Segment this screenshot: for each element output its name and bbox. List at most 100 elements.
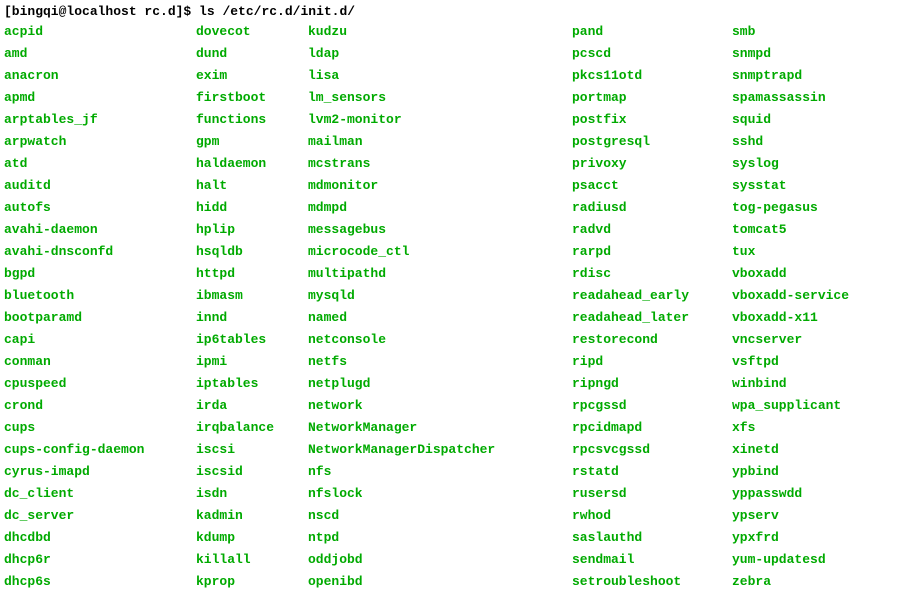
- file-entry: rwhod: [572, 505, 732, 527]
- file-entry: arpwatch: [4, 131, 196, 153]
- file-entry: ipmi: [196, 351, 308, 373]
- file-entry: bgpd: [4, 263, 196, 285]
- file-entry: crond: [4, 395, 196, 417]
- file-entry: setroubleshoot: [572, 571, 732, 593]
- file-entry: exim: [196, 65, 308, 87]
- file-entry: dhcdbd: [4, 527, 196, 549]
- file-entry: rpcidmapd: [572, 417, 732, 439]
- file-entry: multipathd: [308, 263, 572, 285]
- file-entry: haldaemon: [196, 153, 308, 175]
- file-entry: NetworkManagerDispatcher: [308, 439, 572, 461]
- file-entry: readahead_later: [572, 307, 732, 329]
- listing-column-5: smbsnmpdsnmptrapdspamassassinsquidsshdsy…: [732, 21, 849, 593]
- file-entry: bluetooth: [4, 285, 196, 307]
- file-entry: functions: [196, 109, 308, 131]
- file-entry: sysstat: [732, 175, 849, 197]
- file-entry: atd: [4, 153, 196, 175]
- file-entry: tog-pegasus: [732, 197, 849, 219]
- file-entry: nfslock: [308, 483, 572, 505]
- file-entry: iscsi: [196, 439, 308, 461]
- file-entry: amd: [4, 43, 196, 65]
- file-entry: kadmin: [196, 505, 308, 527]
- file-entry: restorecond: [572, 329, 732, 351]
- file-entry: vncserver: [732, 329, 849, 351]
- file-entry: ntpd: [308, 527, 572, 549]
- file-entry: syslog: [732, 153, 849, 175]
- file-entry: pkcs11otd: [572, 65, 732, 87]
- file-entry: rdisc: [572, 263, 732, 285]
- file-entry: iscsid: [196, 461, 308, 483]
- file-entry: postgresql: [572, 131, 732, 153]
- file-entry: mcstrans: [308, 153, 572, 175]
- file-entry: dc_client: [4, 483, 196, 505]
- file-entry: rusersd: [572, 483, 732, 505]
- file-entry: cups: [4, 417, 196, 439]
- file-entry: postfix: [572, 109, 732, 131]
- file-entry: iptables: [196, 373, 308, 395]
- file-entry: pcscd: [572, 43, 732, 65]
- file-entry: halt: [196, 175, 308, 197]
- file-entry: NetworkManager: [308, 417, 572, 439]
- file-entry: mysqld: [308, 285, 572, 307]
- file-entry: gpm: [196, 131, 308, 153]
- file-entry: rstatd: [572, 461, 732, 483]
- file-entry: sshd: [732, 131, 849, 153]
- listing-column-2: dovecotdundeximfirstbootfunctionsgpmhald…: [196, 21, 308, 593]
- file-entry: pand: [572, 21, 732, 43]
- file-entry: bootparamd: [4, 307, 196, 329]
- file-entry: isdn: [196, 483, 308, 505]
- file-entry: ypxfrd: [732, 527, 849, 549]
- file-entry: lisa: [308, 65, 572, 87]
- file-entry: smb: [732, 21, 849, 43]
- file-entry: openibd: [308, 571, 572, 593]
- file-entry: netconsole: [308, 329, 572, 351]
- file-entry: dc_server: [4, 505, 196, 527]
- file-entry: portmap: [572, 87, 732, 109]
- file-entry: auditd: [4, 175, 196, 197]
- file-entry: acpid: [4, 21, 196, 43]
- file-entry: arptables_jf: [4, 109, 196, 131]
- file-entry: mdmonitor: [308, 175, 572, 197]
- file-entry: autofs: [4, 197, 196, 219]
- file-entry: ripngd: [572, 373, 732, 395]
- file-entry: yum-updatesd: [732, 549, 849, 571]
- file-entry: lvm2-monitor: [308, 109, 572, 131]
- file-entry: apmd: [4, 87, 196, 109]
- file-entry: dhcp6s: [4, 571, 196, 593]
- file-entry: rpcsvcgssd: [572, 439, 732, 461]
- file-entry: vsftpd: [732, 351, 849, 373]
- file-entry: hidd: [196, 197, 308, 219]
- file-entry: avahi-dnsconfd: [4, 241, 196, 263]
- file-entry: conman: [4, 351, 196, 373]
- file-entry: ypbind: [732, 461, 849, 483]
- file-entry: cpuspeed: [4, 373, 196, 395]
- file-entry: nscd: [308, 505, 572, 527]
- file-entry: irqbalance: [196, 417, 308, 439]
- file-entry: xfs: [732, 417, 849, 439]
- file-entry: killall: [196, 549, 308, 571]
- file-entry: netplugd: [308, 373, 572, 395]
- file-entry: rpcgssd: [572, 395, 732, 417]
- file-entry: radiusd: [572, 197, 732, 219]
- file-entry: messagebus: [308, 219, 572, 241]
- listing-column-3: kudzuldaplisalm_sensorslvm2-monitormailm…: [308, 21, 572, 593]
- file-entry: avahi-daemon: [4, 219, 196, 241]
- file-entry: capi: [4, 329, 196, 351]
- file-entry: zebra: [732, 571, 849, 593]
- file-entry: snmpd: [732, 43, 849, 65]
- file-entry: radvd: [572, 219, 732, 241]
- file-entry: dhcp6r: [4, 549, 196, 571]
- file-entry: vboxadd-service: [732, 285, 849, 307]
- file-entry: kudzu: [308, 21, 572, 43]
- file-entry: ldap: [308, 43, 572, 65]
- file-entry: httpd: [196, 263, 308, 285]
- file-entry: vboxadd-x11: [732, 307, 849, 329]
- file-entry: cups-config-daemon: [4, 439, 196, 461]
- file-entry: dund: [196, 43, 308, 65]
- file-entry: readahead_early: [572, 285, 732, 307]
- file-entry: named: [308, 307, 572, 329]
- file-entry: yppasswdd: [732, 483, 849, 505]
- file-entry: vboxadd: [732, 263, 849, 285]
- file-entry: wpa_supplicant: [732, 395, 849, 417]
- file-entry: saslauthd: [572, 527, 732, 549]
